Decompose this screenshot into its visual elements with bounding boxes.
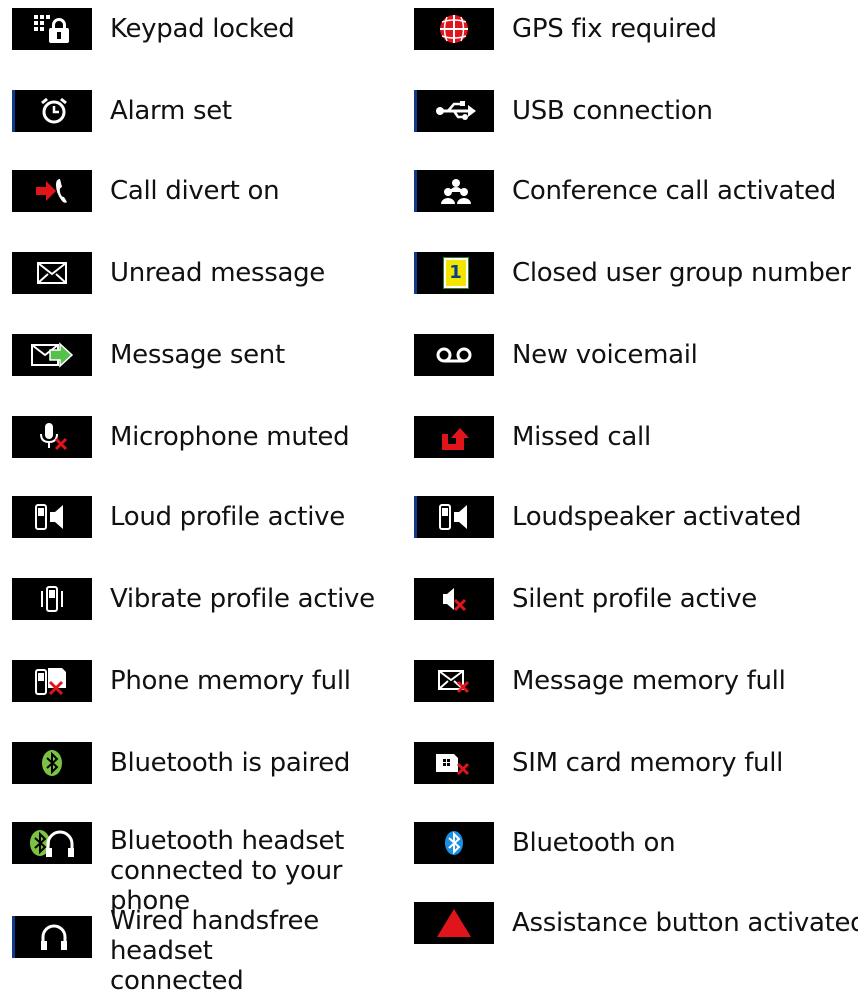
keypad-lock-icon (12, 8, 92, 50)
message-memory-full-label: Message memory full (512, 666, 786, 696)
loud-profile-label: Loud profile active (110, 502, 345, 532)
keypad-locked-label: Keypad locked (110, 14, 295, 44)
unread-message-label: Unread message (110, 258, 325, 288)
gps-icon (414, 8, 494, 50)
call-divert-icon (12, 170, 92, 212)
gps-label: GPS fix required (512, 14, 717, 44)
sim-memory-full-label: SIM card memory full (512, 748, 784, 778)
usb-label: USB connection (512, 96, 713, 126)
vibrate-profile-label: Vibrate profile active (110, 584, 375, 614)
closed-user-group-icon: 1 (414, 252, 494, 294)
usb-icon (414, 90, 494, 132)
bluetooth-on-label: Bluetooth on (512, 828, 676, 858)
conference-call-label: Conference call activated (512, 176, 836, 206)
envelope-icon (12, 252, 92, 294)
closed-user-group-badge: 1 (449, 262, 462, 283)
microphone-muted-icon (12, 416, 92, 458)
alarm-set-label: Alarm set (110, 96, 232, 126)
phone-memory-full-icon (12, 660, 92, 702)
loudspeaker-icon (414, 496, 494, 538)
alarm-clock-icon (12, 90, 92, 132)
assistance-triangle-icon (414, 902, 494, 944)
wired-headset-label: Wired handsfree headset connected (110, 906, 319, 996)
bluetooth-on-icon (414, 822, 494, 864)
bluetooth-paired-icon (12, 742, 92, 784)
silent-profile-icon (414, 578, 494, 620)
message-sent-icon (12, 334, 92, 376)
missed-call-label: Missed call (512, 422, 651, 452)
sim-memory-full-icon (414, 742, 494, 784)
wired-headset-icon (12, 916, 92, 958)
bluetooth-paired-label: Bluetooth is paired (110, 748, 351, 778)
phone-memory-full-label: Phone memory full (110, 666, 351, 696)
missed-call-icon (414, 416, 494, 458)
loudspeaker-label: Loudspeaker activated (512, 502, 802, 532)
status-icons-page: { "left_column": [ {"label": "Keypad loc… (0, 0, 858, 997)
conference-call-icon (414, 170, 494, 212)
bluetooth-headset-icon (12, 822, 92, 864)
voicemail-icon (414, 334, 494, 376)
message-memory-full-icon (414, 660, 494, 702)
message-sent-label: Message sent (110, 340, 285, 370)
microphone-muted-label: Microphone muted (110, 422, 350, 452)
voicemail-label: New voicemail (512, 340, 698, 370)
loud-profile-icon (12, 496, 92, 538)
vibrate-profile-icon (12, 578, 92, 620)
assistance-button-label: Assistance button activated (512, 908, 858, 938)
call-divert-label: Call divert on (110, 176, 280, 206)
bluetooth-headset-label: Bluetooth headset connected to your phon… (110, 826, 345, 916)
silent-profile-label: Silent profile active (512, 584, 758, 614)
closed-user-group-label: Closed user group number (512, 258, 851, 288)
